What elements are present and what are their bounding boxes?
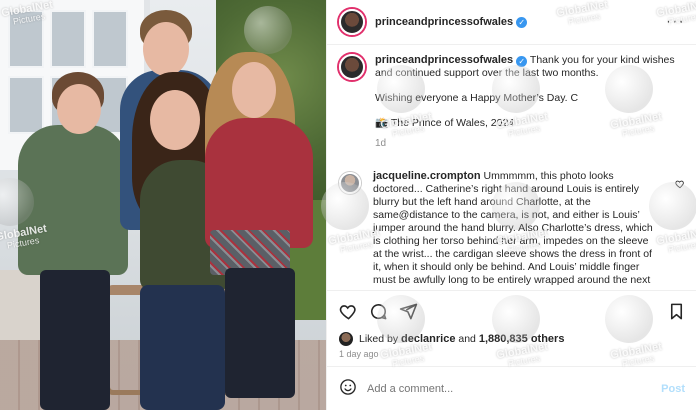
caption-avatar[interactable] bbox=[339, 54, 365, 80]
post-photo: GlobalNet Pictures GlobalNet Pictures bbox=[0, 0, 326, 410]
girl-legs bbox=[225, 268, 295, 398]
boy-left-face bbox=[57, 84, 101, 134]
comment-line: it, when it should only be behind. And L… bbox=[373, 261, 640, 273]
comment-line: is clothing her torso behind her arm, im… bbox=[373, 235, 649, 247]
liker-avatar[interactable] bbox=[339, 332, 353, 346]
post-comment-button[interactable]: Post bbox=[661, 383, 685, 395]
comment-line: at the wrist... the cardigan sleeve show… bbox=[373, 248, 652, 260]
woman-legs bbox=[140, 285, 225, 410]
woman-face bbox=[150, 90, 200, 150]
girl-face bbox=[232, 62, 276, 118]
post-time: 1d bbox=[375, 138, 387, 149]
post-side-panel: princeandprincessofwales ✓ ··· princeand… bbox=[321, 0, 696, 410]
comment-composer: Post bbox=[339, 376, 685, 402]
post-date: 1 day ago bbox=[339, 349, 379, 359]
likes-middle: and bbox=[458, 332, 476, 345]
comment-username[interactable]: jacqueline.crompton bbox=[373, 170, 481, 182]
profile-avatar[interactable] bbox=[339, 9, 365, 35]
watermark-brand: GlobalNet bbox=[609, 340, 663, 362]
comment-line: Ummmmm, this photo looks bbox=[483, 170, 614, 182]
boy-left-legs bbox=[40, 270, 110, 410]
caption-line-1: Thank you for your kind wishes bbox=[529, 54, 675, 66]
comment-input[interactable] bbox=[367, 383, 662, 395]
boy-left-figure bbox=[18, 125, 128, 275]
header-username[interactable]: princeandprincessofwales bbox=[375, 16, 513, 28]
caption-line-4: The Prince of Wales, 2024 bbox=[390, 117, 515, 129]
heart-icon[interactable] bbox=[337, 300, 359, 322]
post-header: princeandprincessofwales ✓ ··· bbox=[339, 8, 685, 36]
bookmark-icon[interactable] bbox=[665, 300, 687, 322]
verified-badge-icon: ✓ bbox=[516, 16, 528, 28]
boy-center-face bbox=[143, 22, 189, 76]
girl-figure bbox=[205, 118, 313, 248]
caption-username[interactable]: princeandprincessofwales bbox=[375, 54, 513, 66]
emoji-icon[interactable] bbox=[339, 378, 357, 401]
more-dots-icon[interactable]: ··· bbox=[666, 13, 685, 31]
comment-line: must be awfully long to be entirely wrap… bbox=[373, 274, 651, 286]
camera-emoji: 📸 bbox=[375, 117, 389, 129]
